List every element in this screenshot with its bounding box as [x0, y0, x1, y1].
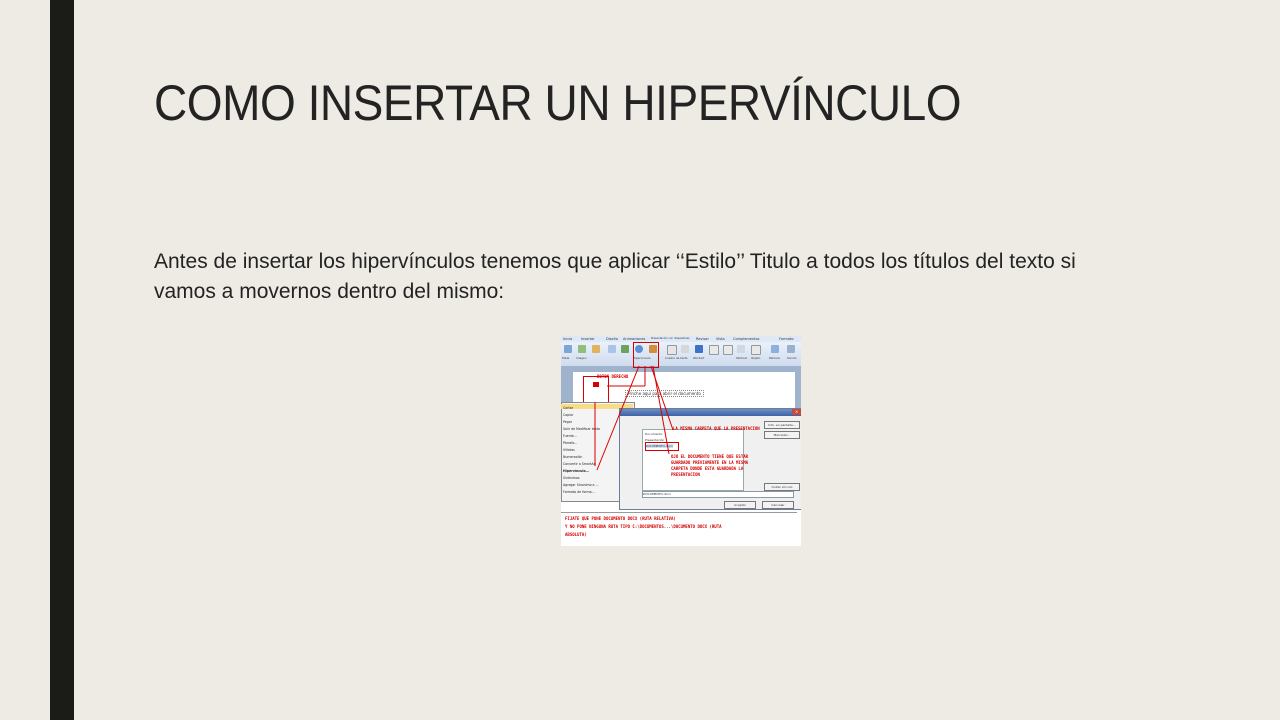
note-box: FIJATE QUE PONE DOCUMENTO DOCX (RUTA REL…	[561, 512, 797, 546]
slide-title: COMO INSERTAR UN HIPERVÍNCULO	[154, 75, 962, 131]
annotation-fijate-line: FIJATE QUE PONE DOCUMENTO DOCX (RUTA REL…	[565, 516, 676, 521]
annotation-fijate-line: ABSOLUTA)	[565, 532, 587, 537]
arrow-line	[596, 365, 640, 471]
accent-bar	[50, 0, 74, 720]
annotation-fijate-line: Y NO PONE NINGUNA RUTA TIPO C:\DOCUMENTO…	[565, 524, 722, 529]
hyperlink-tutorial-screenshot: Inicio Insertar Diseño Animaciones Prese…	[561, 336, 801, 546]
slide-body-text: Antes de insertar los hipervínculos tene…	[154, 250, 1076, 303]
